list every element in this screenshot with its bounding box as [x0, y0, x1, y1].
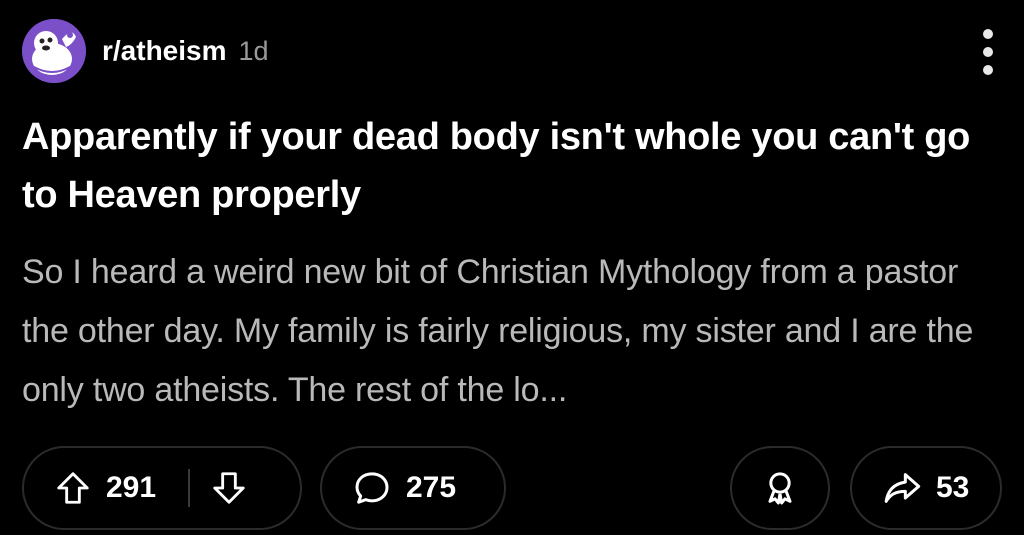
comment-bubble-icon [355, 472, 389, 504]
arrow-up-icon [57, 472, 89, 504]
vote-divider [188, 469, 191, 507]
share-icon-wrap [882, 468, 922, 508]
share-count: 53 [936, 471, 970, 504]
vote-bar: 291 [22, 446, 302, 530]
post-title[interactable]: Apparently if your dead body isn't whole… [22, 108, 1012, 224]
comment-icon-wrap [352, 468, 392, 508]
subreddit-mascot-icon [22, 19, 86, 83]
post-body-preview[interactable]: So I heard a weird new bit of Christian … [22, 243, 1012, 420]
post-age: 1d [238, 35, 269, 66]
share-arrow-icon [884, 473, 921, 503]
share-button[interactable]: 53 [850, 446, 1002, 530]
award-button[interactable] [730, 446, 830, 530]
upvote-button[interactable] [54, 469, 92, 507]
vote-score: 291 [106, 471, 157, 504]
more-vertical-icon [983, 29, 993, 39]
more-options-button[interactable] [974, 23, 1002, 81]
arrow-down-icon [213, 472, 245, 504]
comment-count: 275 [406, 471, 457, 504]
comments-button[interactable]: 275 [320, 446, 506, 530]
award-icon [768, 472, 792, 505]
subreddit-avatar[interactable] [22, 19, 86, 83]
post-header: r/atheism 1d [22, 19, 1002, 83]
subreddit-name[interactable]: r/atheism [102, 35, 227, 67]
downvote-button[interactable] [210, 469, 248, 507]
